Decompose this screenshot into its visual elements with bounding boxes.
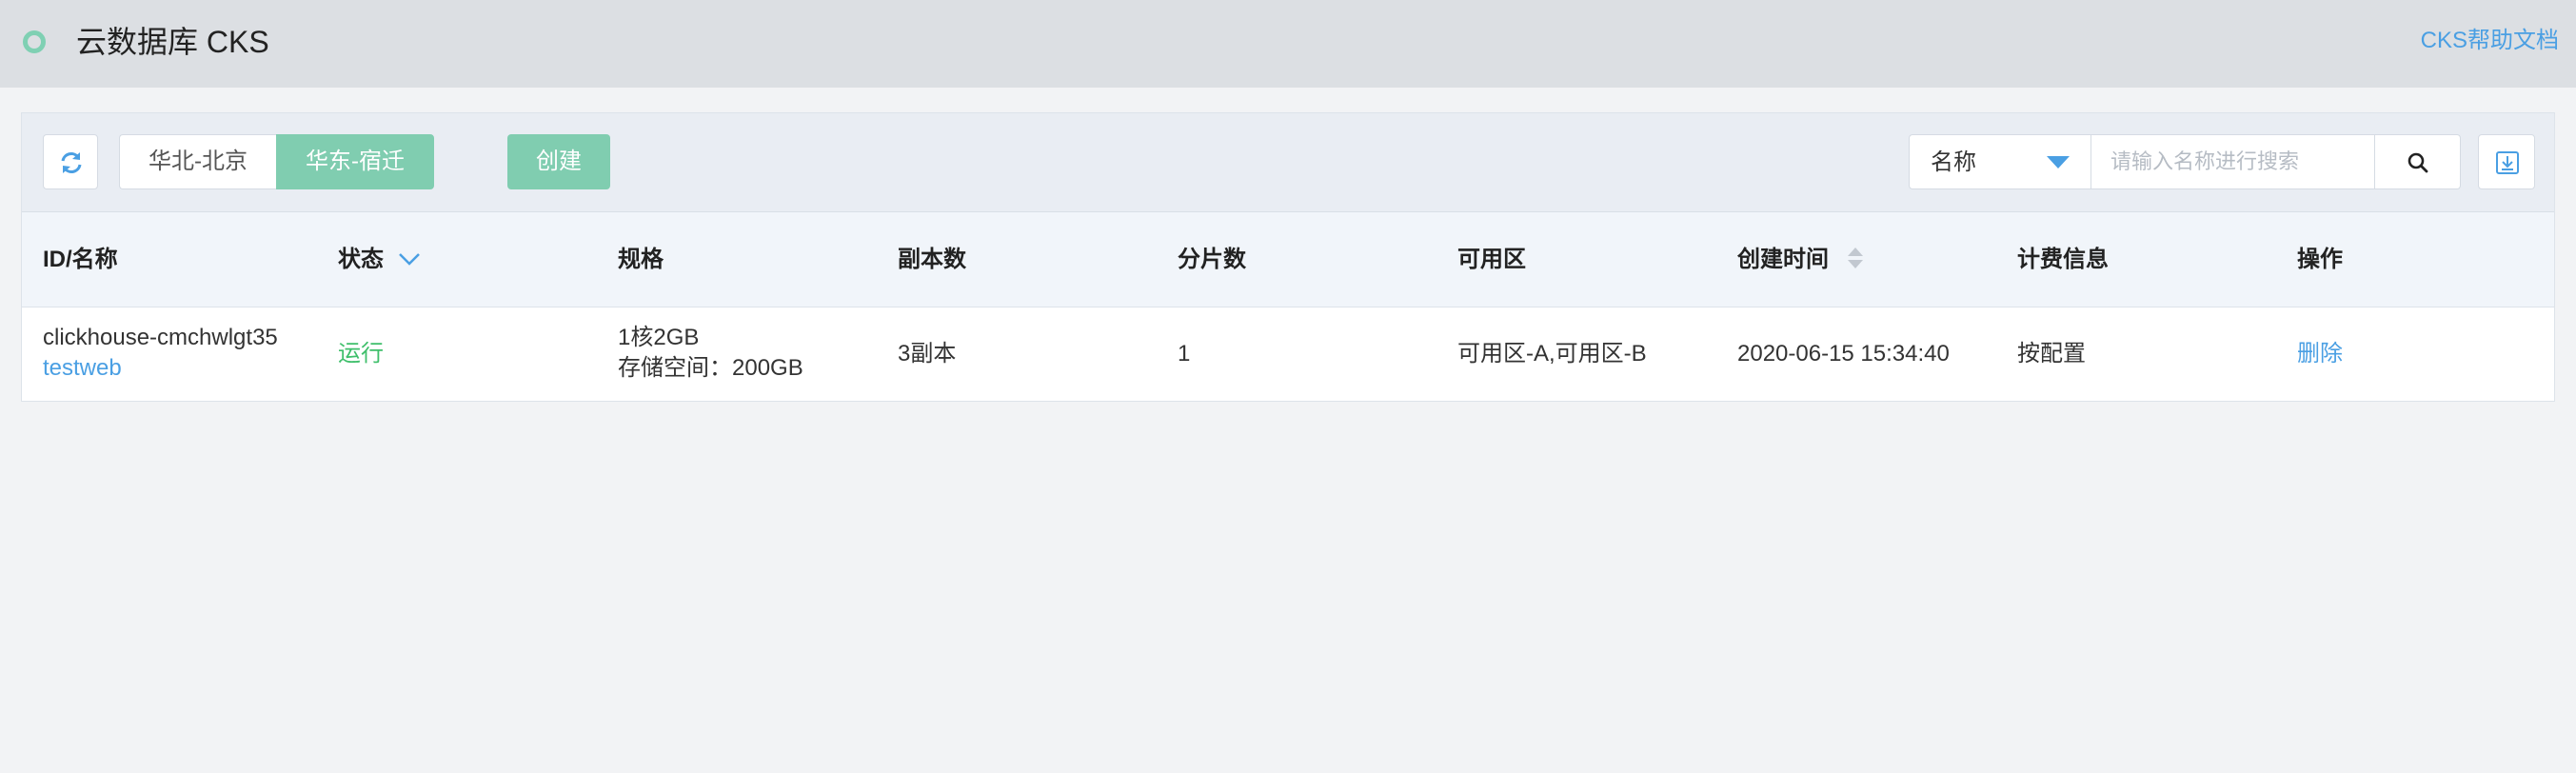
table-row: clickhouse-cmchwlgt35 testweb 运行 1核2GB 存… bbox=[22, 307, 2554, 401]
caret-down-icon bbox=[2047, 156, 2070, 168]
column-header-status-label: 状态 bbox=[338, 247, 384, 272]
download-icon bbox=[2496, 151, 2519, 174]
page-title: 云数据库 CKS bbox=[76, 25, 269, 59]
refresh-button[interactable] bbox=[43, 134, 98, 189]
column-header-billing: 计费信息 bbox=[2017, 247, 2109, 272]
chevron-down-icon[interactable] bbox=[398, 252, 421, 266]
column-header-shards: 分片数 bbox=[1178, 247, 1246, 272]
column-header-id-name: ID/名称 bbox=[43, 247, 118, 272]
table-header: ID/名称 状态 规格 副本数 分片数 可用区 创建时间 计费信息 操作 bbox=[22, 212, 2554, 307]
delete-link[interactable]: 删除 bbox=[2297, 307, 2343, 401]
region-switcher: 华北-北京 华东-宿迁 bbox=[119, 134, 434, 189]
region-tab-beijing[interactable]: 华北-北京 bbox=[119, 134, 276, 189]
create-button[interactable]: 创建 bbox=[507, 134, 610, 189]
column-header-actions: 操作 bbox=[2297, 247, 2343, 272]
search-field-label: 名称 bbox=[1931, 149, 1976, 175]
cell-shards: 1 bbox=[1178, 341, 1191, 367]
ring-logo-icon bbox=[23, 30, 46, 53]
status-badge: 运行 bbox=[338, 341, 384, 367]
column-header-replicas: 副本数 bbox=[898, 247, 966, 272]
search-icon bbox=[2408, 152, 2428, 173]
column-header-status[interactable]: 状态 bbox=[338, 212, 421, 307]
cell-replicas: 3副本 bbox=[898, 341, 957, 367]
sort-icon[interactable] bbox=[1847, 246, 1864, 270]
spec-compute: 1核2GB bbox=[618, 325, 700, 350]
help-docs-link[interactable]: CKS帮助文档 bbox=[2421, 25, 2559, 57]
column-header-zones: 可用区 bbox=[1457, 247, 1526, 272]
column-header-created-at[interactable]: 创建时间 bbox=[1737, 212, 1864, 307]
spec-storage: 存储空间：200GB bbox=[618, 355, 803, 381]
refresh-icon bbox=[61, 152, 82, 173]
search-bar: 名称 bbox=[1909, 134, 2461, 189]
instance-panel: 华北-北京 华东-宿迁 创建 名称 请输入名称进行搜索 ID/名称 状态 规格 … bbox=[21, 112, 2555, 402]
search-field-select[interactable]: 名称 bbox=[1909, 134, 2091, 189]
top-header: 云数据库 CKS CKS帮助文档 bbox=[0, 0, 2576, 88]
cell-id-name: clickhouse-cmchwlgt35 testweb bbox=[43, 323, 278, 384]
toolbar: 华北-北京 华东-宿迁 创建 名称 bbox=[22, 113, 2554, 212]
cell-spec: 1核2GB 存储空间：200GB bbox=[618, 323, 803, 384]
region-tab-suqian[interactable]: 华东-宿迁 bbox=[276, 134, 434, 189]
export-button[interactable] bbox=[2478, 134, 2535, 189]
column-header-spec: 规格 bbox=[618, 247, 664, 272]
column-header-created-at-label: 创建时间 bbox=[1737, 247, 1829, 272]
search-button[interactable] bbox=[2375, 134, 2461, 189]
search-input[interactable] bbox=[2091, 134, 2375, 189]
cell-zones: 可用区-A,可用区-B bbox=[1457, 341, 1647, 367]
instance-name-link[interactable]: testweb bbox=[43, 353, 278, 384]
instance-id: clickhouse-cmchwlgt35 bbox=[43, 325, 278, 350]
cell-created-at: 2020-06-15 15:34:40 bbox=[1737, 341, 1950, 367]
cell-billing: 按配置 bbox=[2017, 341, 2086, 367]
